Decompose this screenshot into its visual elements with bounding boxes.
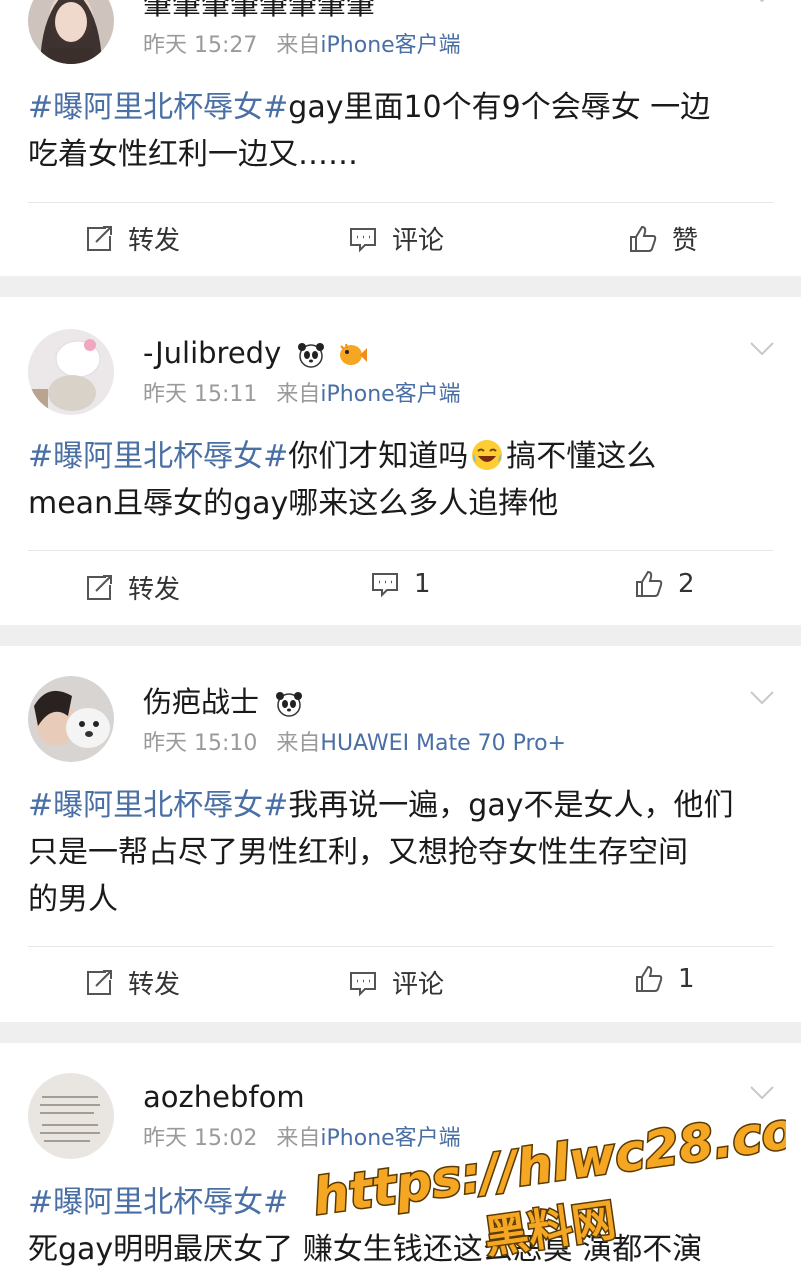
post-meta: 昨天 15:27 来自iPhone客户端	[143, 32, 461, 60]
post-content: #曝阿里北杯辱女#gay里面10个有9个会辱女 一边 吃着女性红利一边又……	[28, 84, 773, 178]
like-icon	[630, 225, 657, 252]
post-content: #曝阿里北杯辱女# 死gay明明最厌女了 赚女生钱还这么恶臭 演都不演	[28, 1179, 773, 1273]
comment-label: 评论	[392, 970, 445, 1000]
comment-count: 1	[414, 569, 431, 599]
chevron-down-icon[interactable]	[749, 1085, 775, 1101]
from-label: 来自	[276, 1126, 321, 1151]
post-meta: 昨天 15:11 来自iPhone客户端	[143, 381, 461, 409]
content-line: 搞不懂这么	[506, 439, 657, 474]
panda-icon	[298, 343, 325, 368]
divider	[28, 202, 773, 203]
like-count: 1	[678, 964, 695, 994]
repost-button[interactable]: 转发	[84, 964, 180, 1001]
post-card: 伤疤战士 昨天 15:10 来自HUAWEI Mate 70 Pro+ #曝阿里…	[0, 646, 801, 1022]
comment-button[interactable]: 1	[370, 569, 431, 599]
like-count: 2	[678, 569, 695, 599]
topic-link[interactable]: #曝阿里北杯辱女#	[28, 439, 288, 474]
repost-icon	[87, 574, 112, 600]
content-line: 你们才知道吗	[288, 439, 469, 474]
content-line: gay里面10个有9个会辱女 一边	[288, 90, 711, 125]
post-time: 昨天 15:27	[143, 33, 258, 58]
repost-label: 转发	[128, 226, 181, 256]
laugh-emoji-icon	[472, 440, 503, 470]
from-label: 来自	[276, 33, 321, 58]
topic-link[interactable]: #曝阿里北杯辱女#	[28, 788, 288, 823]
comment-button[interactable]: 评论	[348, 220, 444, 257]
post-content: #曝阿里北杯辱女#你们才知道吗 搞不懂这么 mean且辱女的gay哪来这么多人追捧…	[28, 433, 773, 527]
post-time: 昨天 15:02	[143, 1126, 258, 1151]
post-card: aozhebfom 昨天 15:02 来自iPhone客户端 #曝阿里北杯辱女#…	[0, 1043, 801, 1280]
like-button[interactable]: 2	[634, 569, 695, 599]
topic-link[interactable]: #曝阿里北杯辱女#	[28, 90, 288, 125]
post-source[interactable]: iPhone客户端	[320, 33, 460, 58]
chevron-down-icon[interactable]	[749, 690, 775, 706]
avatar[interactable]	[28, 676, 114, 762]
from-label: 来自	[276, 731, 321, 756]
from-label: 来自	[276, 382, 321, 407]
topic-link[interactable]: #曝阿里北杯辱女#	[28, 1179, 773, 1226]
comment-icon	[372, 573, 398, 598]
post-time: 昨天 15:10	[143, 731, 258, 756]
comment-button[interactable]: 评论	[348, 964, 444, 1001]
username[interactable]: aozhebfom	[143, 1079, 305, 1115]
username[interactable]: 伤疤战士	[143, 684, 304, 720]
panda-icon	[276, 692, 303, 717]
username[interactable]: 肇肇肇肇肇肇肇肇	[143, 0, 375, 22]
post-card: -Julibredy 昨天 15:11 来自iPhone客户端 #曝阿里北杯辱女…	[0, 297, 801, 625]
like-label: 赞	[672, 226, 699, 256]
comment-icon	[350, 227, 376, 252]
content-line: 的男人	[28, 882, 118, 917]
fish-icon	[339, 343, 367, 365]
content-line: 只是一帮占尽了男性红利，又想抢夺女性生存空间	[28, 835, 688, 870]
post-card: 肇肇肇肇肇肇肇肇 昨天 15:27 来自iPhone客户端 #曝阿里北杯辱女#g…	[0, 0, 801, 276]
like-icon	[636, 965, 663, 992]
avatar[interactable]	[28, 0, 114, 64]
repost-label: 转发	[128, 575, 181, 605]
repost-label: 转发	[128, 970, 181, 1000]
repost-icon	[87, 225, 112, 251]
post-time: 昨天 15:11	[143, 382, 258, 407]
divider	[28, 550, 773, 551]
post-source[interactable]: iPhone客户端	[320, 382, 460, 407]
post-meta: 昨天 15:10 来自HUAWEI Mate 70 Pro+	[143, 730, 566, 758]
avatar[interactable]	[28, 329, 114, 415]
like-button[interactable]: 赞	[628, 220, 698, 257]
username-text: 伤疤战士	[143, 685, 260, 719]
post-source[interactable]: HUAWEI Mate 70 Pro+	[320, 731, 566, 756]
username-text: -Julibredy	[143, 336, 282, 370]
comment-icon	[350, 971, 376, 996]
repost-button[interactable]: 转发	[84, 220, 180, 257]
content-line: 死gay明明最厌女了 赚女生钱还这么恶臭 演都不演	[28, 1232, 703, 1267]
like-icon	[636, 570, 663, 597]
content-line: 吃着女性红利一边又……	[28, 137, 358, 172]
avatar[interactable]	[28, 1073, 114, 1159]
content-line: 我再说一遍，gay不是女人，他们	[288, 788, 734, 823]
post-content: #曝阿里北杯辱女#我再说一遍，gay不是女人，他们 只是一帮占尽了男性红利，又想…	[28, 782, 773, 923]
like-button[interactable]: 1	[634, 964, 695, 994]
username[interactable]: -Julibredy	[143, 335, 368, 371]
comment-label: 评论	[392, 226, 445, 256]
post-meta: 昨天 15:02 来自iPhone客户端	[143, 1125, 461, 1153]
divider	[28, 946, 773, 947]
post-source[interactable]: iPhone客户端	[320, 1126, 460, 1151]
repost-button[interactable]: 转发	[84, 569, 180, 606]
repost-icon	[87, 969, 112, 995]
chevron-down-icon[interactable]	[749, 0, 775, 4]
chevron-down-icon[interactable]	[749, 341, 775, 357]
content-line: mean且辱女的gay哪来这么多人追捧他	[28, 486, 559, 521]
